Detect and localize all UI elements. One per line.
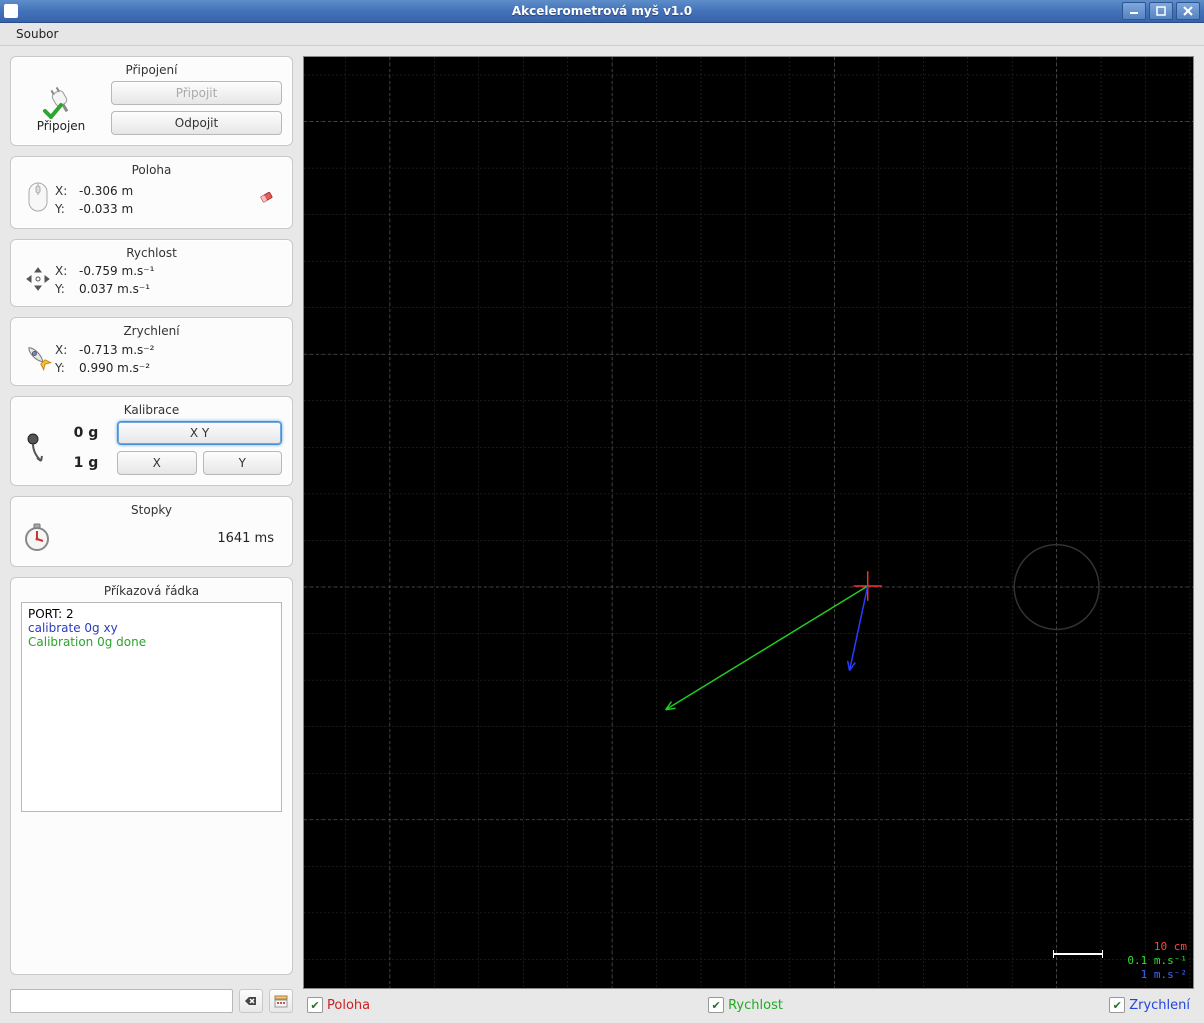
vel-y-label: Y: <box>55 282 75 296</box>
window-title: Akcelerometrová myš v1.0 <box>0 4 1204 18</box>
legend-velocity: 0.1 m.s⁻¹ <box>1127 954 1187 968</box>
panel-stopwatch-title: Stopky <box>21 503 282 517</box>
calib-1g-label: 1 g <box>61 455 111 471</box>
check-icon: ✔ <box>1109 997 1125 1013</box>
acc-y-value: 0.990 m.s⁻² <box>79 361 154 375</box>
menubar: Soubor <box>0 23 1204 46</box>
panel-connection-title: Připojení <box>21 63 282 77</box>
stopwatch-value: 1641 ms <box>217 531 274 546</box>
calib-0g-label: 0 g <box>61 425 111 441</box>
connect-button[interactable]: Připojit <box>111 81 282 105</box>
pos-x-value: -0.306 m <box>79 184 133 198</box>
vel-y-value: 0.037 m.s⁻¹ <box>79 282 154 296</box>
pos-y-label: Y: <box>55 202 75 216</box>
move-icon <box>21 265 55 296</box>
scale-bar <box>1053 948 1103 956</box>
panel-calibration-title: Kalibrace <box>21 403 282 417</box>
panel-position: Poloha X: -0.306 m Y: -0.033 m <box>10 156 293 229</box>
panel-accel: Zrychlení X: -0.713 m.s⁻² <box>10 317 293 386</box>
stopwatch-icon <box>21 521 53 556</box>
checkbox-position[interactable]: ✔ Poloha <box>307 997 708 1013</box>
window-maximize-button[interactable] <box>1149 2 1173 20</box>
calib-1g-x-button[interactable]: X <box>117 451 197 475</box>
check-icon: ✔ <box>307 997 323 1013</box>
legend-accel: 1 m.s⁻² <box>1127 968 1187 982</box>
acc-x-value: -0.713 m.s⁻² <box>79 343 154 357</box>
checkbox-accel-label: Zrychlení <box>1129 998 1190 1013</box>
rocket-icon <box>21 342 55 375</box>
checkbox-position-label: Poloha <box>327 998 370 1013</box>
acc-x-label: X: <box>55 343 75 357</box>
vel-x-value: -0.759 m.s⁻¹ <box>79 264 154 278</box>
legend-position: 10 cm <box>1127 940 1187 954</box>
panel-velocity-title: Rychlost <box>21 246 282 260</box>
command-terminal[interactable]: PORT: 2calibrate 0g xyCalibration 0g don… <box>21 602 282 812</box>
calib-0g-xy-button[interactable]: X Y <box>117 421 282 445</box>
panel-velocity: Rychlost <box>10 239 293 307</box>
panel-position-title: Poloha <box>21 163 282 177</box>
pos-x-label: X: <box>55 184 75 198</box>
keyboard-shortcut-button[interactable] <box>269 989 293 1013</box>
acc-y-label: Y: <box>55 361 75 375</box>
disconnect-button[interactable]: Odpojit <box>111 111 282 135</box>
pos-y-value: -0.033 m <box>79 202 133 216</box>
command-input[interactable] <box>10 989 233 1013</box>
eraser-icon[interactable] <box>258 189 276 210</box>
window-minimize-button[interactable] <box>1122 2 1146 20</box>
menu-file[interactable]: Soubor <box>8 25 66 43</box>
panel-connection: Připojení <box>10 56 293 146</box>
panel-calibration: Kalibrace 0 g X Y 1 g X Y <box>10 396 293 486</box>
weight-icon <box>21 421 51 475</box>
viz-canvas[interactable]: 10 cm 0.1 m.s⁻¹ 1 m.s⁻² <box>303 56 1194 989</box>
clear-command-button[interactable] <box>239 989 263 1013</box>
panel-stopwatch: Stopky 1641 ms <box>10 496 293 567</box>
calib-1g-y-button[interactable]: Y <box>203 451 283 475</box>
app-icon <box>4 4 18 18</box>
mouse-icon <box>21 181 55 218</box>
plug-icon <box>41 83 81 119</box>
check-icon: ✔ <box>708 997 724 1013</box>
vel-x-label: X: <box>55 264 75 278</box>
checkbox-accel[interactable]: ✔ Zrychlení <box>1109 997 1190 1013</box>
checkbox-velocity-label: Rychlost <box>728 998 783 1013</box>
connection-status: Připojen <box>37 119 86 133</box>
titlebar: Akcelerometrová myš v1.0 <box>0 0 1204 23</box>
window-close-button[interactable] <box>1176 2 1200 20</box>
panel-commandline: Příkazová řádka PORT: 2calibrate 0g xyCa… <box>10 577 293 975</box>
checkbox-velocity[interactable]: ✔ Rychlost <box>708 997 1109 1013</box>
panel-accel-title: Zrychlení <box>21 324 282 338</box>
canvas-legend: 10 cm 0.1 m.s⁻¹ 1 m.s⁻² <box>1127 940 1187 982</box>
panel-commandline-title: Příkazová řádka <box>21 584 282 598</box>
